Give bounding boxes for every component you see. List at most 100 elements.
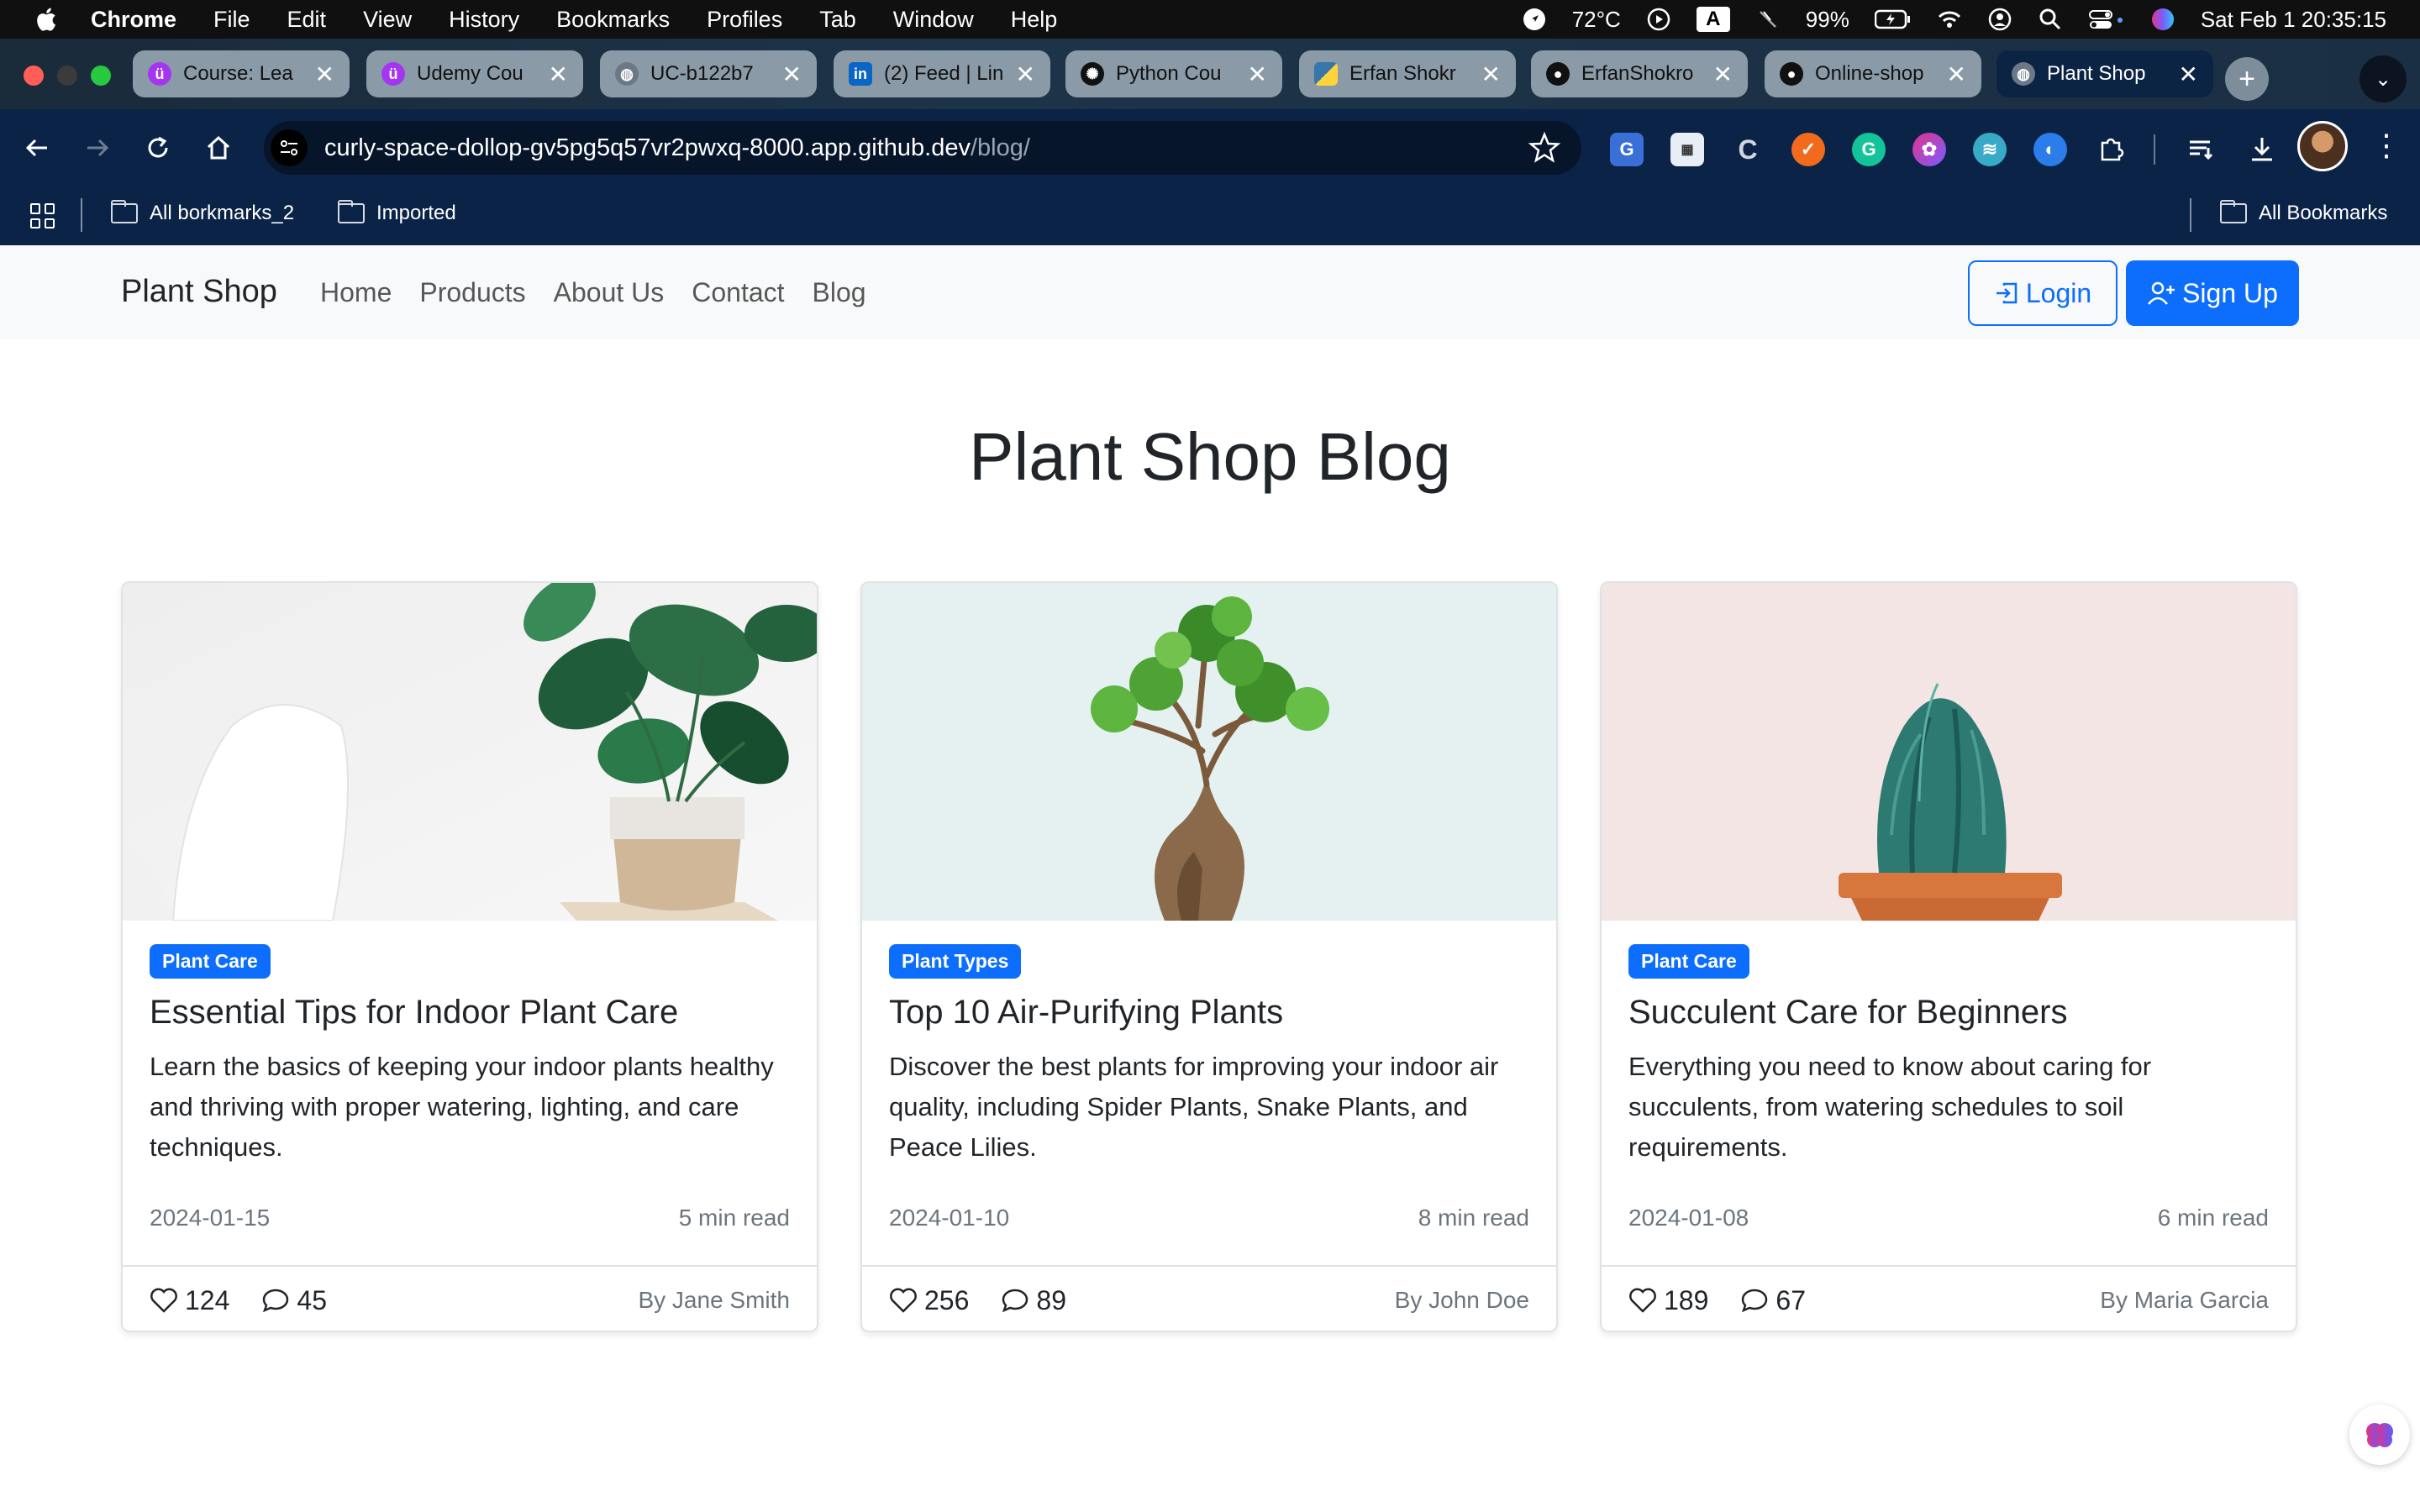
category-badge[interactable]: Plant Types <box>889 944 1022 979</box>
orange-extension-icon[interactable]: ✓ <box>1791 133 1825 166</box>
blog-card[interactable]: Plant Types Top 10 Air-Purifying Plants … <box>860 581 1558 1332</box>
post-title[interactable]: Succulent Care for Beginners <box>1628 994 2269 1032</box>
chrome-menu-icon[interactable]: ⋮ <box>2371 128 2402 163</box>
like-button[interactable]: 124 <box>150 1285 229 1316</box>
user-circle-icon[interactable] <box>1987 7 2012 32</box>
profile-avatar[interactable] <box>2297 121 2348 171</box>
address-bar[interactable]: curly-space-dollop-gv5pg5q57vr2pwxq-8000… <box>264 121 1581 175</box>
comment-button[interactable]: 67 <box>1740 1285 1806 1316</box>
spotlight-search-icon[interactable] <box>2038 7 2063 32</box>
reload-button[interactable] <box>138 128 178 168</box>
nav-home[interactable]: Home <box>320 277 392 308</box>
download-icon[interactable] <box>2245 133 2279 166</box>
play-circle-icon[interactable] <box>1646 7 1671 32</box>
sync-extension-icon[interactable]: ◐ <box>2033 133 2067 166</box>
close-tab-icon[interactable]: ✕ <box>2179 60 2198 88</box>
menu-profiles[interactable]: Profiles <box>707 7 782 33</box>
category-badge[interactable]: Plant Care <box>1628 944 1749 979</box>
menu-help[interactable]: Help <box>1011 7 1058 33</box>
close-tab-icon[interactable]: ✕ <box>549 60 568 88</box>
apps-grid-icon[interactable] <box>30 203 55 228</box>
blog-image-cactus[interactable] <box>1602 583 2296 921</box>
close-tab-icon[interactable]: ✕ <box>782 60 802 88</box>
bookmark-folder-all-bookmarks[interactable]: All Bookmarks <box>2220 200 2387 225</box>
close-tab-icon[interactable]: ✕ <box>1016 60 1035 88</box>
category-badge[interactable]: Plant Care <box>150 944 271 979</box>
bookmark-star-icon[interactable] <box>1528 131 1561 165</box>
menu-file[interactable]: File <box>213 7 250 33</box>
blog-card[interactable]: Plant Care Essential Tips for Indoor Pla… <box>121 581 818 1332</box>
wifi-icon[interactable] <box>1937 7 1962 32</box>
forward-button[interactable] <box>77 128 118 168</box>
brain-extension-icon[interactable]: ✿ <box>1912 133 1946 166</box>
floating-assistant-button[interactable] <box>2349 1404 2410 1465</box>
menu-tab[interactable]: Tab <box>819 7 856 33</box>
siri-icon[interactable] <box>2150 7 2175 32</box>
menu-bookmarks[interactable]: Bookmarks <box>556 7 670 33</box>
nav-blog[interactable]: Blog <box>813 277 866 308</box>
site-info-icon[interactable] <box>271 129 308 166</box>
tab-plant-shop-active[interactable]: ◍ Plant Shop ✕ <box>1996 50 2213 97</box>
apple-icon[interactable] <box>34 6 57 33</box>
tab-python-course[interactable]: ✺ Python Cou ✕ <box>1065 50 1282 97</box>
blog-image-monstera[interactable] <box>123 583 817 921</box>
menu-window[interactable]: Window <box>893 7 974 33</box>
home-button[interactable] <box>198 128 239 168</box>
tab-github-repo[interactable]: ● Online-shop ✕ <box>1765 50 1981 97</box>
grammarly-icon[interactable]: G <box>1852 133 1886 166</box>
tab-erfan[interactable]: Erfan Shokr ✕ <box>1299 50 1516 97</box>
comment-button[interactable]: 89 <box>1001 1285 1066 1316</box>
minimize-window-button[interactable] <box>57 66 77 86</box>
input-source-icon[interactable]: A <box>1696 7 1730 32</box>
post-title[interactable]: Essential Tips for Indoor Plant Care <box>150 994 790 1032</box>
blog-image-bonsai[interactable] <box>862 583 1556 921</box>
extensions-puzzle-icon[interactable] <box>2094 133 2128 166</box>
temperature-text[interactable]: 72°C <box>1572 7 1621 33</box>
bookmark-folder-all[interactable]: All borkmarks_2 <box>111 200 294 225</box>
battery-icon[interactable] <box>1874 8 1912 30</box>
close-tab-icon[interactable]: ✕ <box>1947 60 1966 88</box>
close-tab-icon[interactable]: ✕ <box>1713 60 1733 88</box>
signup-button[interactable]: Sign Up <box>2126 260 2299 326</box>
zoom-window-button[interactable] <box>91 66 111 86</box>
menu-app-name[interactable]: Chrome <box>91 7 176 33</box>
blog-card[interactable]: Plant Care Succulent Care for Beginners … <box>1600 581 2297 1332</box>
login-button[interactable]: Login <box>1968 260 2118 326</box>
mute-icon[interactable] <box>1755 7 1781 32</box>
tab-linkedin[interactable]: in (2) Feed | Lin ✕ <box>834 50 1050 97</box>
tab-certificate[interactable]: ◍ UC-b122b7 ✕ <box>600 50 817 97</box>
url-host: curly-space-dollop-gv5pg5q57vr2pwxq-8000… <box>324 134 971 161</box>
toolbar-divider <box>2154 134 2155 165</box>
post-title[interactable]: Top 10 Air-Purifying Plants <box>889 994 1529 1032</box>
copilot-extension-icon[interactable]: C <box>1731 133 1765 166</box>
reading-list-icon[interactable] <box>2185 133 2218 166</box>
close-tab-icon[interactable]: ✕ <box>1481 60 1501 88</box>
menu-edit[interactable]: Edit <box>287 7 327 33</box>
like-button[interactable]: 189 <box>1628 1285 1708 1316</box>
menu-view[interactable]: View <box>363 7 412 33</box>
location-arrow-icon[interactable] <box>1522 7 1547 32</box>
nav-contact[interactable]: Contact <box>692 277 784 308</box>
close-window-button[interactable] <box>24 66 44 86</box>
menu-history[interactable]: History <box>449 7 519 33</box>
tab-udemy[interactable]: ü Udemy Cou ✕ <box>366 50 583 97</box>
close-tab-icon[interactable]: ✕ <box>315 60 334 88</box>
nav-about-us[interactable]: About Us <box>554 277 665 308</box>
comment-button[interactable]: 45 <box>261 1285 327 1316</box>
blue-extension-icon[interactable]: ≋ <box>1973 133 2007 166</box>
clock-datetime[interactable]: Sat Feb 1 20:35:15 <box>2201 7 2386 33</box>
translate-extension-icon[interactable]: G <box>1610 133 1644 166</box>
tab-search-chevron-icon[interactable]: ⌄ <box>2360 55 2407 102</box>
new-tab-button[interactable]: + <box>2225 57 2269 101</box>
close-tab-icon[interactable]: ✕ <box>1248 60 1267 88</box>
nav-products[interactable]: Products <box>419 277 525 308</box>
calendar-extension-icon[interactable]: ▦ <box>1670 133 1704 166</box>
tab-course[interactable]: ü Course: Lea ✕ <box>133 50 350 97</box>
control-center-icon[interactable] <box>2088 7 2125 32</box>
back-button[interactable] <box>17 128 57 168</box>
bookmark-folder-imported[interactable]: Imported <box>338 200 456 225</box>
like-button[interactable]: 256 <box>889 1285 969 1316</box>
site-brand[interactable]: Plant Shop <box>121 274 277 310</box>
read-time: 6 min read <box>2157 1205 2269 1231</box>
tab-github-profile[interactable]: ● ErfanShokro ✕ <box>1531 50 1748 97</box>
